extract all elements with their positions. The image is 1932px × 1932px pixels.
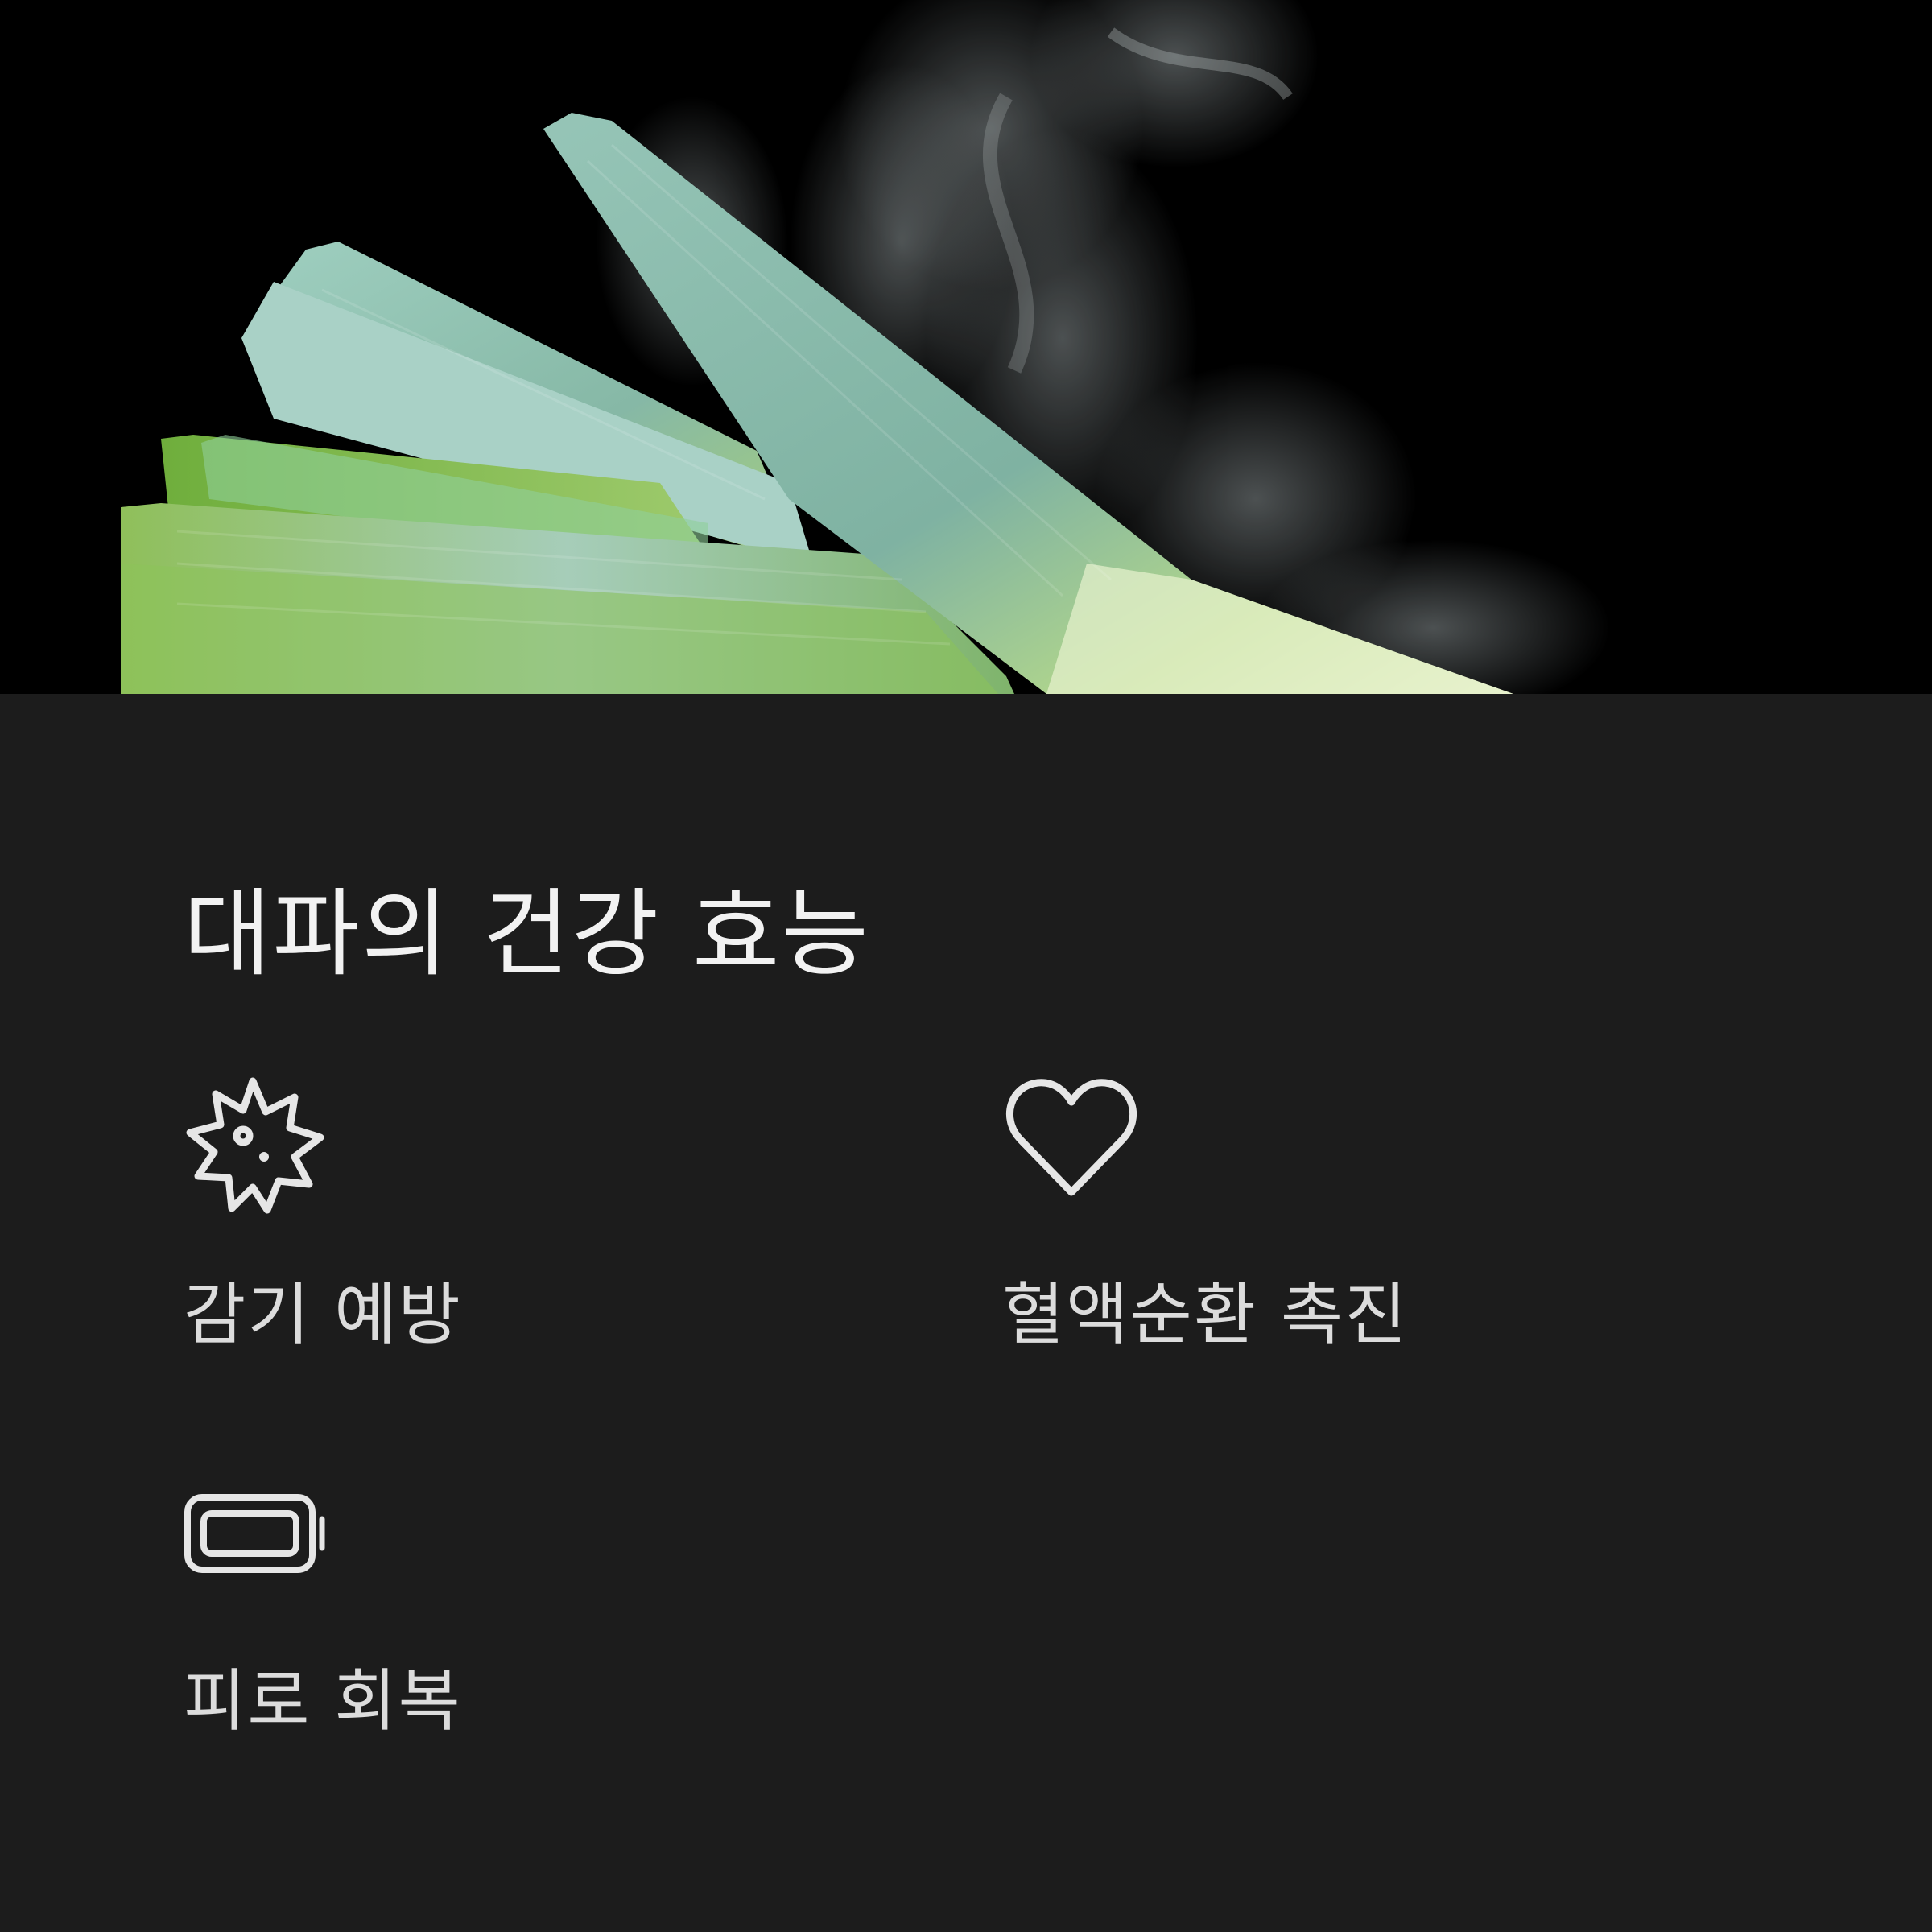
benefit-label: 감기 예방 [184,1275,462,1354]
benefit-cold-prevention: 감기 예방 [184,1075,908,1364]
page-title: 대파의 건강 효능 [184,878,870,989]
steaming-leek-photo [0,0,1932,694]
virus-icon [186,1077,324,1214]
hero-image [0,0,1932,694]
benefit-fatigue-recovery: 피로 회복 [184,1493,908,1783]
benefit-label: 혈액순환 촉진 [1002,1275,1409,1354]
heart-icon [1005,1079,1137,1196]
benefit-blood-circulation: 혈액순환 촉진 [1002,1075,1727,1364]
benefit-label: 피로 회복 [184,1662,462,1740]
battery-icon [184,1494,325,1573]
